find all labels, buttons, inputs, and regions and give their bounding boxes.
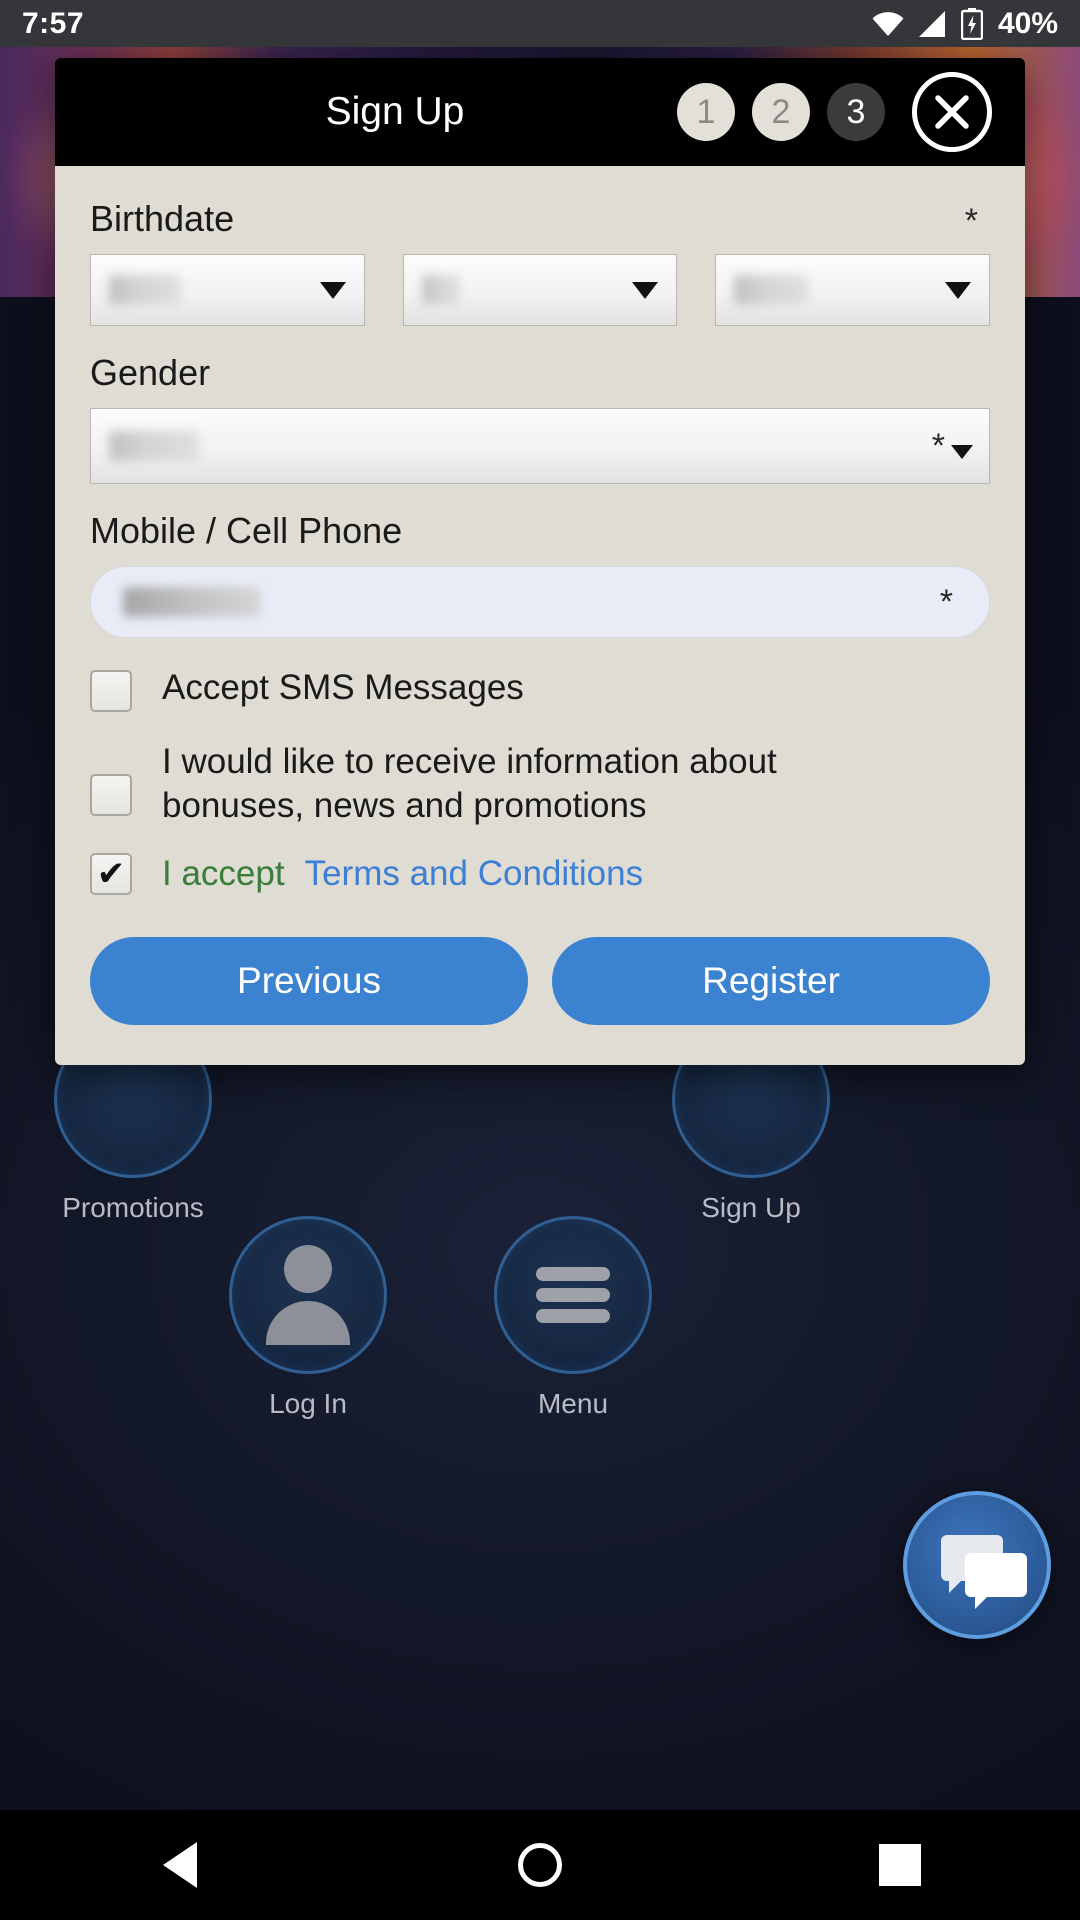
- checkbox-row-bonuses[interactable]: I would like to receive information abou…: [90, 740, 990, 829]
- birthdate-day-select[interactable]: [90, 254, 365, 326]
- previous-button[interactable]: Previous: [90, 936, 528, 1025]
- cell-signal-icon: [918, 10, 948, 38]
- birthdate-label: Birthdate: [90, 198, 235, 239]
- checkbox-sms[interactable]: [90, 670, 132, 712]
- checkbox-row-sms[interactable]: Accept SMS Messages: [90, 666, 990, 712]
- android-recents-button[interactable]: [810, 1810, 990, 1920]
- gender-label-row: Gender: [90, 352, 990, 394]
- phone-label-row: Mobile / Cell Phone: [90, 510, 990, 552]
- birthdate-day-value: [109, 275, 181, 305]
- chevron-down-icon: [945, 281, 972, 299]
- android-back-button[interactable]: [90, 1810, 270, 1920]
- wifi-icon: [871, 11, 905, 37]
- nav-button-menu[interactable]: Menu: [473, 1216, 673, 1420]
- check-icon: ✔: [96, 854, 126, 893]
- battery-percent: 40%: [997, 6, 1058, 40]
- birthdate-year-value: [734, 275, 809, 305]
- step-dot-2[interactable]: 2: [752, 83, 810, 141]
- gender-value: [109, 431, 199, 461]
- android-home-button[interactable]: [450, 1810, 630, 1920]
- signup-modal: Sign Up 1 2 3 Birthdate * Gender * Mobil…: [55, 58, 1025, 1065]
- gender-select[interactable]: *: [90, 408, 990, 484]
- checkbox-bonuses[interactable]: [90, 774, 132, 816]
- checkbox-terms[interactable]: ✔: [90, 852, 132, 895]
- chevron-down-icon: [632, 281, 659, 299]
- home-circle-icon: [518, 1843, 562, 1887]
- close-button[interactable]: [912, 72, 992, 152]
- gender-required-marker: *: [931, 426, 945, 465]
- checkbox-label-sms: Accept SMS Messages: [162, 668, 524, 707]
- birthdate-month-select[interactable]: [402, 254, 678, 326]
- step-dot-1[interactable]: 1: [677, 83, 735, 141]
- person-icon: [229, 1216, 387, 1374]
- birthdate-month-value: [421, 275, 460, 305]
- modal-body: Birthdate * Gender * Mobile / Cell Phone…: [55, 166, 1025, 1065]
- nav-label-signup: Sign Up: [701, 1192, 801, 1223]
- battery-charging-icon: [960, 7, 983, 40]
- birthdate-selects: [90, 254, 991, 326]
- phone-input[interactable]: *: [90, 566, 990, 638]
- back-triangle-icon: [163, 1842, 197, 1888]
- phone-value: [123, 587, 261, 617]
- android-navigation-bar: [0, 1810, 1080, 1920]
- birthdate-required-marker: *: [964, 202, 978, 240]
- status-bar: 7:57 40%: [0, 0, 1080, 47]
- chat-fab-button[interactable]: [903, 1491, 1051, 1639]
- modal-header: Sign Up 1 2 3: [55, 58, 1025, 166]
- nav-button-login[interactable]: Log In: [208, 1216, 408, 1420]
- modal-actions: Previous Register: [90, 936, 990, 1025]
- checkbox-row-terms[interactable]: ✔ I accept Terms and Conditions: [90, 852, 990, 895]
- terms-accept-text: I accept: [162, 853, 285, 893]
- step-dot-3[interactable]: 3: [827, 83, 885, 141]
- hamburger-icon: [494, 1216, 652, 1374]
- status-time: 7:57: [22, 6, 85, 40]
- recents-square-icon: [879, 1844, 921, 1886]
- checkbox-label-bonuses: I would like to receive information abou…: [162, 742, 777, 826]
- chevron-down-icon: [319, 281, 346, 299]
- close-icon: [931, 91, 973, 133]
- terms-and-conditions-link[interactable]: Terms and Conditions: [305, 854, 644, 894]
- nav-label-login: Log In: [269, 1388, 347, 1419]
- register-button[interactable]: Register: [552, 936, 990, 1025]
- phone-required-marker: *: [939, 582, 953, 621]
- birthdate-year-select[interactable]: [715, 254, 991, 326]
- birthdate-label-row: Birthdate *: [90, 198, 990, 240]
- step-indicator: 1 2 3: [677, 83, 885, 141]
- chat-bubbles-icon: [907, 1491, 1047, 1639]
- nav-label-promotions: Promotions: [62, 1192, 204, 1223]
- nav-label-menu: Menu: [537, 1388, 609, 1419]
- phone-label: Mobile / Cell Phone: [90, 510, 403, 551]
- chevron-down-icon: [951, 445, 973, 459]
- gender-label: Gender: [90, 352, 211, 393]
